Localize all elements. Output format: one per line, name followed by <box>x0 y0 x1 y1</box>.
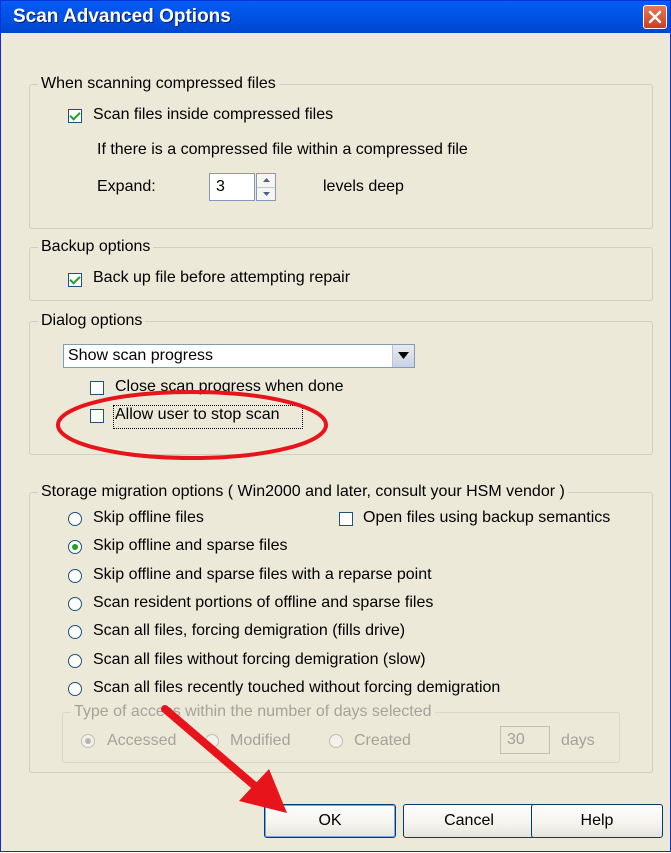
levels-deep-label: levels deep <box>323 178 404 195</box>
storage-option-radio[interactable] <box>68 625 82 639</box>
close-progress-when-done-label[interactable]: Close scan progress when done <box>115 378 344 396</box>
scan-progress-select[interactable]: Show scan progress <box>63 344 415 368</box>
compressed-files-legend: When scanning compressed files <box>41 75 276 92</box>
expand-levels-spinner[interactable] <box>256 173 276 201</box>
accessed-radio[interactable] <box>81 734 95 748</box>
storage-option-label[interactable]: Skip offline and sparse files <box>93 537 287 555</box>
nested-compressed-note: If there is a compressed file within a c… <box>97 141 468 158</box>
expand-levels-input[interactable]: 3 <box>209 173 255 201</box>
cancel-button[interactable]: Cancel <box>403 804 535 838</box>
help-button[interactable]: Help <box>531 804 663 838</box>
backup-options-legend: Backup options <box>41 238 151 255</box>
title-bar[interactable]: Scan Advanced Options <box>1 1 670 33</box>
chevron-down-icon[interactable] <box>392 345 414 367</box>
storage-option-radio[interactable] <box>68 512 82 526</box>
window-title: Scan Advanced Options <box>13 6 231 27</box>
access-type-legend: Type of access within the number of days… <box>74 703 432 720</box>
expand-label: Expand: <box>97 178 156 195</box>
storage-option-label[interactable]: Scan all files, forcing demigration (fil… <box>93 622 405 640</box>
scan-inside-compressed-checkbox[interactable] <box>68 109 82 123</box>
scan-progress-select-value: Show scan progress <box>68 347 213 364</box>
accessed-label[interactable]: Accessed <box>107 732 176 750</box>
open-backup-semantics-label[interactable]: Open files using backup semantics <box>363 509 610 527</box>
allow-stop-scan-checkbox[interactable] <box>90 409 104 423</box>
storage-option-radio[interactable] <box>68 654 82 668</box>
expand-levels-value: 3 <box>216 178 225 195</box>
modified-radio[interactable] <box>205 734 219 748</box>
days-label: days <box>561 732 595 749</box>
backup-before-repair-checkbox[interactable] <box>68 273 82 287</box>
close-icon[interactable] <box>643 5 667 29</box>
open-backup-semantics-checkbox[interactable] <box>339 512 353 526</box>
storage-option-label[interactable]: Scan all files recently touched without … <box>93 679 500 697</box>
dialog-options-legend: Dialog options <box>41 312 143 329</box>
days-value: 30 <box>507 731 525 748</box>
close-progress-when-done-checkbox[interactable] <box>90 381 104 395</box>
storage-option-label[interactable]: Scan all files without forcing demigrati… <box>93 651 426 669</box>
spin-down-icon[interactable] <box>257 187 275 200</box>
storage-option-radio[interactable] <box>68 569 82 583</box>
storage-option-radio[interactable] <box>68 682 82 696</box>
scan-inside-compressed-label[interactable]: Scan files inside compressed files <box>93 106 333 124</box>
scan-advanced-options-dialog: Scan Advanced Options When scanning comp… <box>0 0 671 852</box>
created-radio[interactable] <box>329 734 343 748</box>
storage-option-radio[interactable] <box>68 540 82 554</box>
storage-option-radio[interactable] <box>68 597 82 611</box>
spin-up-icon[interactable] <box>257 174 275 187</box>
storage-option-label[interactable]: Scan resident portions of offline and sp… <box>93 594 433 612</box>
allow-stop-scan-label[interactable]: Allow user to stop scan <box>115 406 280 424</box>
storage-migration-legend: Storage migration options ( Win2000 and … <box>41 483 565 500</box>
storage-option-label[interactable]: Skip offline files <box>93 509 204 527</box>
days-input[interactable]: 30 <box>500 726 550 754</box>
created-label[interactable]: Created <box>354 732 411 750</box>
storage-option-label[interactable]: Skip offline and sparse files with a rep… <box>93 566 432 584</box>
ok-button[interactable]: OK <box>264 804 396 838</box>
backup-before-repair-label[interactable]: Back up file before attempting repair <box>93 269 350 287</box>
modified-label[interactable]: Modified <box>230 732 290 750</box>
